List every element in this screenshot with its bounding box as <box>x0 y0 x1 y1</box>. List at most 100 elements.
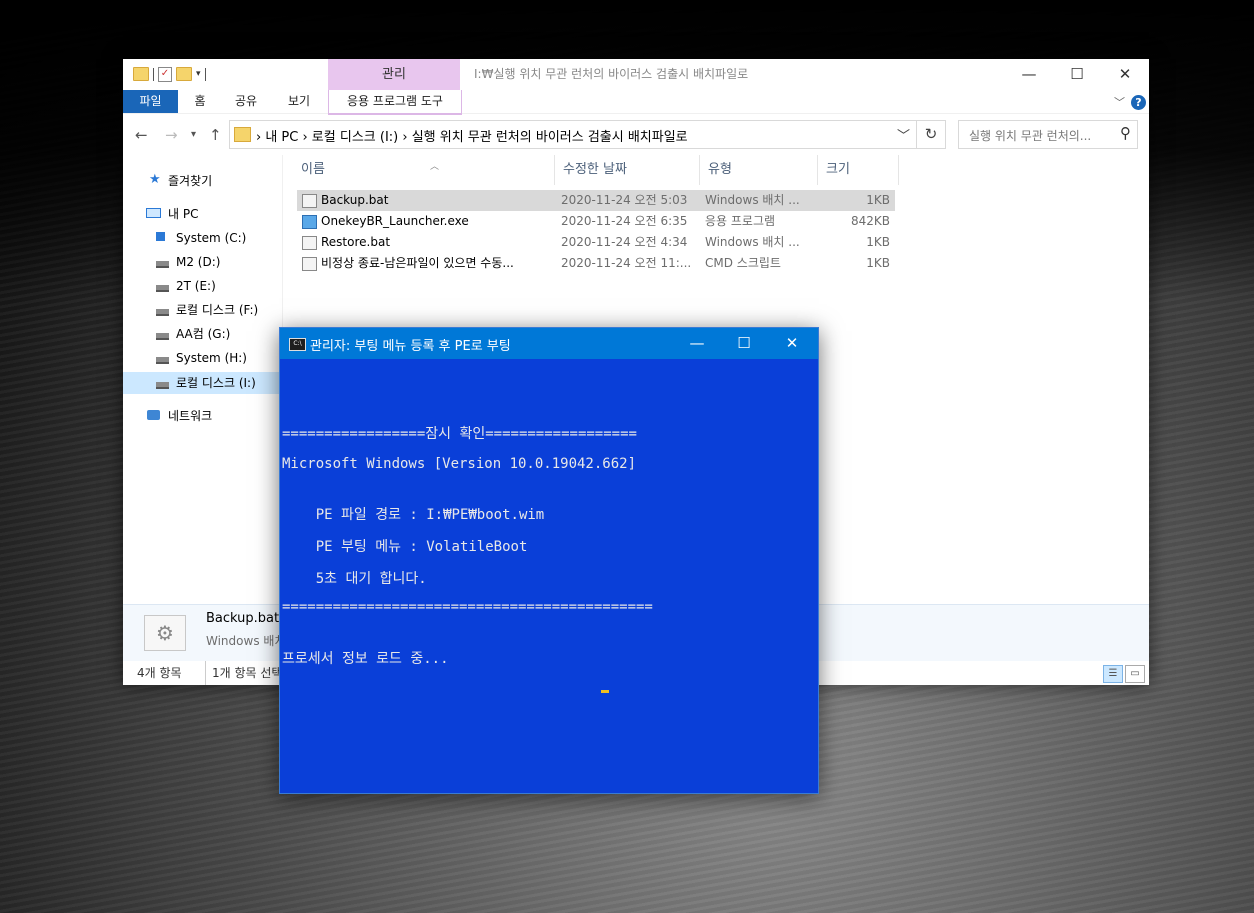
file-date: 2020-11-24 오전 4:34 <box>561 235 688 249</box>
drive-icon <box>156 285 169 292</box>
console-title: 관리자: 부팅 메뉴 등록 후 PE로 부팅 <box>310 339 511 354</box>
toolbar-separator <box>153 67 154 81</box>
text-cursor <box>601 690 609 693</box>
console-line: PE 부팅 메뉴 : VolatileBoot <box>282 539 528 555</box>
chevron-down-icon[interactable]: ﹀ <box>897 125 910 144</box>
properties-icon[interactable]: ✓ <box>158 66 172 82</box>
console-line: =================잠시 확인================== <box>282 426 637 442</box>
file-size: 842KB <box>850 214 890 228</box>
column-header-type[interactable]: 유형 <box>700 155 818 185</box>
customize-toolbar-icon[interactable]: ▾ <box>196 69 201 79</box>
batch-file-icon <box>302 257 317 271</box>
windows-drive-icon <box>156 232 165 241</box>
file-name: OnekeyBR_Launcher.exe <box>321 214 469 228</box>
drive-icon <box>156 309 169 316</box>
tab-file[interactable]: 파일 <box>123 90 178 113</box>
file-type: Windows 배치 ... <box>705 193 800 207</box>
file-name: 비정상 종료-남은파일이 있으면 수동... <box>321 256 514 270</box>
console-titlebar: C:\ 관리자: 부팅 메뉴 등록 후 PE로 부팅 — ☐ ✕ <box>280 328 818 359</box>
details-file-name: Backup.bat <box>206 611 280 626</box>
batch-file-icon <box>302 194 317 208</box>
nav-item-m2-d[interactable]: M2 (D:) <box>123 251 282 273</box>
nav-item-favorites[interactable]: ★ 즐겨찾기 <box>123 170 282 192</box>
close-button[interactable]: ✕ <box>1101 59 1149 90</box>
search-input[interactable]: 실행 위치 무관 런처의... ⚲ <box>958 120 1138 149</box>
toolbar-separator <box>204 67 206 81</box>
console-line: 프로세서 정보 로드 중... <box>282 651 449 667</box>
nav-label: 네트워크 <box>168 409 213 423</box>
breadcrumb[interactable]: › 내 PC › 로컬 디스크 (I:) › 실행 위치 무관 런처의 바이러스… <box>256 126 688 145</box>
nav-label: 2T (E:) <box>176 279 216 293</box>
up-arrow-icon[interactable]: ↑ <box>209 126 222 144</box>
maximize-button[interactable]: ☐ <box>1053 59 1101 90</box>
application-icon <box>302 215 317 229</box>
file-size: 1KB <box>866 193 890 207</box>
back-arrow-icon[interactable]: ← <box>135 126 148 144</box>
nav-label: 즐겨찾기 <box>168 174 213 188</box>
new-folder-icon[interactable] <box>176 67 192 81</box>
computer-icon <box>146 208 161 218</box>
drive-icon <box>156 333 169 340</box>
star-icon: ★ <box>149 172 161 187</box>
nav-item-network[interactable]: 네트워크 <box>123 405 282 427</box>
table-row[interactable]: Restore.bat 2020-11-24 오전 4:34 Windows 배치 … <box>297 232 895 253</box>
console-minimize-button[interactable]: — <box>674 328 720 359</box>
folder-icon[interactable] <box>133 67 149 81</box>
nav-item-this-pc[interactable]: 내 PC <box>123 203 282 225</box>
console-output[interactable]: =================잠시 확인==================… <box>280 359 818 792</box>
nav-item-local-f[interactable]: 로컬 디스크 (F:) <box>123 299 282 321</box>
search-placeholder: 실행 위치 무관 런처의... <box>969 129 1092 143</box>
file-date: 2020-11-24 오전 11:... <box>561 256 692 270</box>
manage-contextual-tab[interactable]: 관리 <box>328 59 460 90</box>
quick-access-toolbar: ✓ ▾ <box>133 66 206 82</box>
drive-icon <box>156 261 169 268</box>
nav-item-system-c[interactable]: System (C:) <box>123 227 282 249</box>
console-maximize-button[interactable]: ☐ <box>721 328 767 359</box>
console-line: 5초 대기 합니다. <box>282 571 427 587</box>
file-type: Windows 배치 ... <box>705 235 800 249</box>
refresh-icon[interactable]: ↻ <box>916 120 946 149</box>
nav-label: 로컬 디스크 (I:) <box>176 376 256 390</box>
column-header-date[interactable]: 수정한 날짜 <box>555 155 700 185</box>
nav-item-aa-g[interactable]: AA컴 (G:) <box>123 323 282 345</box>
batch-file-icon <box>302 236 317 250</box>
explorer-titlebar: ✓ ▾ 관리 I:₩실행 위치 무관 런처의 바이러스 검출시 배치파일로 — … <box>123 59 1149 90</box>
console-close-button[interactable]: ✕ <box>769 328 815 359</box>
nav-label: System (H:) <box>176 351 247 365</box>
nav-item-system-h[interactable]: System (H:) <box>123 347 282 369</box>
drive-icon <box>156 357 169 364</box>
navigation-pane: ★ 즐겨찾기 내 PC System (C:) M2 (D:) 2T (E:) … <box>123 155 283 603</box>
console-line: PE 파일 경로 : I:₩PE₩boot.wim <box>282 507 545 523</box>
nav-item-2t-e[interactable]: 2T (E:) <box>123 275 282 297</box>
minimize-button[interactable]: — <box>1005 59 1053 90</box>
column-header-name[interactable]: 이름 ︿ <box>293 155 555 185</box>
batch-file-icon: ⚙ <box>144 615 186 651</box>
nav-label: 내 PC <box>168 207 199 221</box>
drive-icon <box>156 382 169 389</box>
window-title: I:₩실행 위치 무관 런처의 바이러스 검출시 배치파일로 <box>474 67 749 81</box>
search-icon: ⚲ <box>1120 124 1131 142</box>
address-field[interactable]: › 내 PC › 로컬 디스크 (I:) › 실행 위치 무관 런처의 바이러스… <box>229 120 917 149</box>
table-row[interactable]: OnekeyBR_Launcher.exe 2020-11-24 오전 6:35 응… <box>297 211 895 232</box>
nav-label: M2 (D:) <box>176 255 221 269</box>
table-row[interactable]: Backup.bat 2020-11-24 오전 5:03 Windows 배치 .… <box>297 190 895 211</box>
tab-app-tools[interactable]: 응용 프로그램 도구 <box>328 90 462 115</box>
table-row[interactable]: 비정상 종료-남은파일이 있으면 수동... 2020-11-24 오전 11:.… <box>297 253 895 274</box>
details-view-icon[interactable]: ☰ <box>1103 665 1123 683</box>
file-size: 1KB <box>866 256 890 270</box>
selection-count: 1개 항목 선택 <box>205 661 282 685</box>
network-icon <box>147 410 160 420</box>
forward-arrow-icon[interactable]: → <box>165 126 178 144</box>
tab-home[interactable]: 홈 <box>185 90 215 113</box>
tab-share[interactable]: 공유 <box>226 90 266 113</box>
column-header-size[interactable]: 크기 <box>818 155 899 185</box>
nav-item-local-i[interactable]: 로컬 디스크 (I:) <box>123 372 282 394</box>
tab-view[interactable]: 보기 <box>279 90 319 113</box>
file-type: CMD 스크립트 <box>705 256 781 270</box>
expand-ribbon-icon[interactable]: ﹀ <box>1114 94 1125 110</box>
address-bar-row: ← → ▾ ↑ › 내 PC › 로컬 디스크 (I:) › 실행 위치 무관 … <box>123 114 1149 154</box>
help-icon[interactable]: ? <box>1131 95 1146 110</box>
recent-locations-icon[interactable]: ▾ <box>191 129 196 140</box>
large-icons-view-icon[interactable]: ▭ <box>1125 665 1145 683</box>
console-line: Microsoft Windows [Version 10.0.19042.66… <box>282 456 637 472</box>
